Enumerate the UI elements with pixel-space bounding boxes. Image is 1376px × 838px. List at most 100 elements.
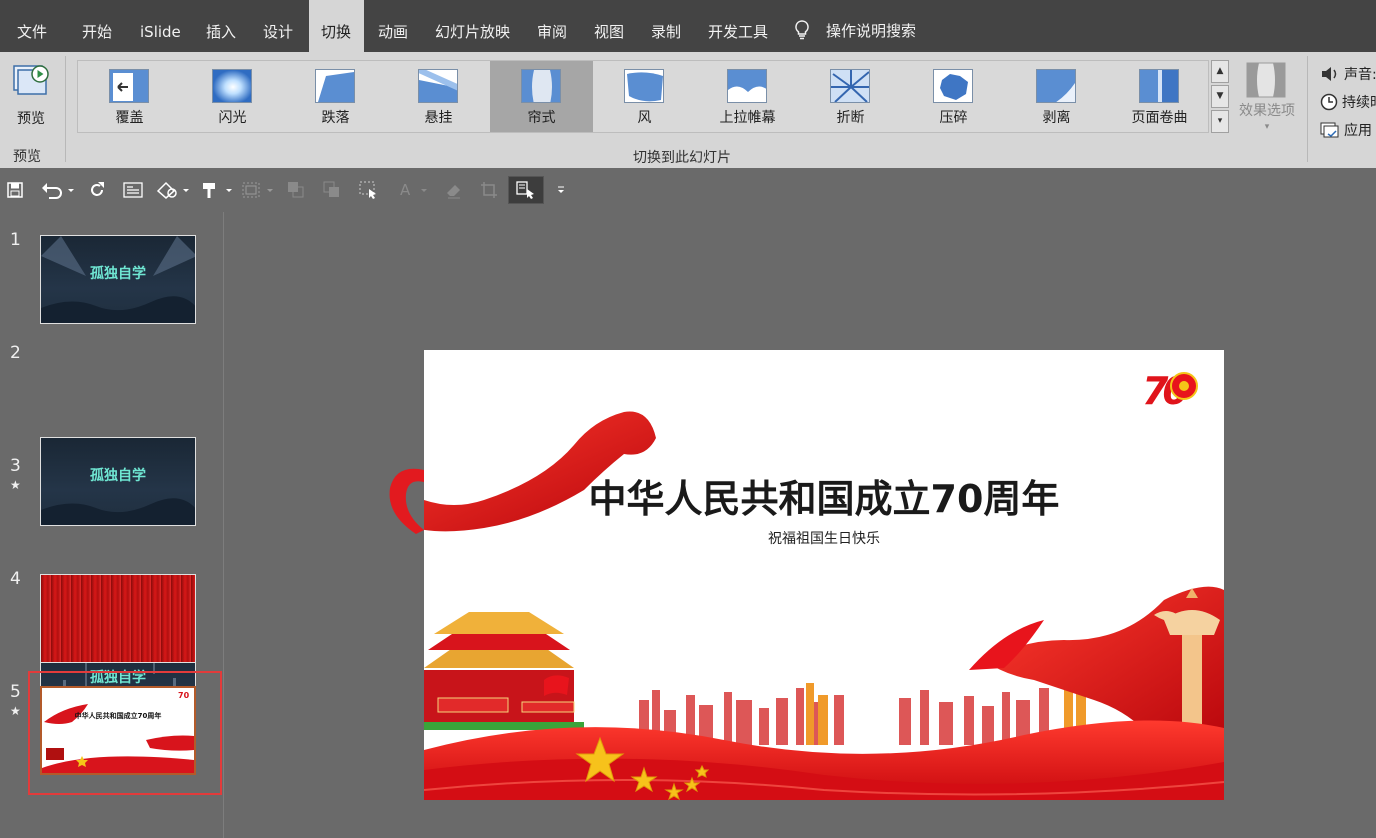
tab-home[interactable]: 开始 (70, 0, 124, 52)
effect-options-label: 效果选项 (1239, 103, 1295, 119)
speaker-icon (1322, 67, 1337, 81)
tab-record[interactable]: 录制 (639, 0, 693, 52)
tab-transitions[interactable]: 切换 (309, 0, 364, 52)
slide-thumbnail-2[interactable]: 孤独自学 (40, 437, 196, 526)
slide-thumbnail-4[interactable] (40, 574, 196, 663)
font-color-icon: A (400, 181, 427, 199)
effect-options-icon (1246, 62, 1286, 98)
selection-pane-button[interactable] (357, 176, 381, 204)
gallery-scroll-up-button[interactable]: ▲ (1211, 60, 1229, 83)
flash-icon (212, 69, 252, 103)
svg-text:70: 70 (178, 691, 190, 700)
textbox-icon (123, 182, 143, 198)
redo-button[interactable] (86, 176, 108, 204)
slide-number: 3 (10, 456, 21, 476)
transition-flash[interactable]: 闪光 (181, 61, 284, 132)
menu-bar: 文件 开始 iSlide 插入 设计 切换 动画 幻灯片放映 审阅 视图 录制 … (0, 0, 1376, 52)
duration-control[interactable]: 持续时 (1320, 88, 1376, 116)
shapes-icon (156, 181, 189, 199)
transition-crush[interactable]: 压碎 (902, 61, 1005, 132)
transition-label: 折断 (836, 110, 865, 126)
transition-page-curl[interactable]: 页面卷曲 (1108, 61, 1211, 132)
save-button[interactable] (4, 176, 26, 204)
tab-developer[interactable]: 开发工具 (696, 0, 780, 52)
transitions-group-label: 切换到此幻灯片 (633, 150, 731, 166)
curtains-icon (521, 69, 561, 103)
customize-toolbar-button[interactable] (552, 176, 570, 204)
transition-prestige[interactable]: 上拉帷幕 (696, 61, 799, 132)
crop-button[interactable] (478, 176, 500, 204)
quick-access-toolbar: A (0, 168, 1376, 212)
apply-label: 应用 (1344, 123, 1372, 139)
transition-label: 跌落 (321, 110, 350, 126)
festive-image: 70 (42, 691, 194, 773)
sound-control[interactable]: 声音: (1320, 60, 1376, 88)
transition-curtains[interactable]: 帘式 (490, 61, 593, 132)
slide-canvas[interactable]: 70 中华人民共和国成立70周年 祝福祖国生日快乐 (424, 350, 1224, 800)
slide-number: 4 (10, 569, 21, 589)
gallery-scroll-down-button[interactable]: ▼ (1211, 85, 1229, 108)
transition-peel-off[interactable]: 剥离 (1005, 61, 1108, 132)
select-objects-button[interactable] (508, 176, 544, 204)
undo-button[interactable] (38, 176, 76, 204)
preview-group: 预览 预览 (0, 52, 62, 168)
transition-drape[interactable]: 悬挂 (387, 61, 490, 132)
send-backward-button[interactable] (321, 176, 343, 204)
tab-review[interactable]: 审阅 (525, 0, 579, 52)
effect-options-button[interactable]: 效果选项 ▾ (1234, 60, 1300, 140)
transition-label: 覆盖 (115, 110, 144, 126)
clock-icon (1320, 93, 1338, 111)
slide-number: 1 (10, 230, 21, 250)
font-color-button[interactable]: A (396, 176, 432, 204)
crush-icon (933, 69, 973, 103)
send-backward-icon (323, 181, 339, 197)
chevron-down-icon (558, 186, 564, 193)
ribbon-divider (65, 56, 66, 162)
transition-cover[interactable]: 覆盖 (78, 61, 181, 132)
tab-insert[interactable]: 插入 (194, 0, 248, 52)
slide-title: 孤独自学 (90, 266, 146, 282)
eraser-button[interactable] (442, 176, 464, 204)
transition-label: 风 (637, 110, 652, 126)
format-painter-button[interactable] (198, 176, 234, 204)
shapes-button[interactable] (154, 176, 192, 204)
slide-subtitle[interactable]: 祝福祖国生日快乐 (724, 528, 924, 548)
preview-group-label: 预览 (13, 149, 41, 165)
tab-slideshow[interactable]: 幻灯片放映 (423, 0, 522, 52)
transition-label: 剥离 (1042, 110, 1071, 126)
tab-view[interactable]: 视图 (582, 0, 636, 52)
tab-islide[interactable]: iSlide (128, 0, 193, 52)
gallery-more-button[interactable]: ▾ (1211, 110, 1229, 133)
transition-wind[interactable]: 风 (593, 61, 696, 132)
svg-text:A: A (400, 181, 411, 199)
fall-over-icon (315, 69, 355, 103)
ribbon-overflow (389, 468, 424, 534)
transition-label: 压碎 (939, 110, 968, 126)
chevron-down-icon: ▾ (1264, 122, 1270, 132)
fracture-icon (830, 69, 870, 103)
animation-star-icon: ★ (10, 704, 21, 718)
apply-to-all-button[interactable]: 应用 (1320, 116, 1376, 144)
preview-label: 预览 (17, 111, 45, 127)
group-objects-button[interactable] (240, 176, 276, 204)
tab-file[interactable]: 文件 (5, 0, 59, 52)
timing-group: 声音: 持续时 应用 (1320, 60, 1376, 144)
animation-star-icon: ★ (10, 478, 21, 492)
bring-forward-button[interactable] (285, 176, 307, 204)
slide-thumbnail-5[interactable]: 70 中华人民共和国成立70周年 (40, 686, 196, 775)
textbox-button[interactable] (122, 176, 144, 204)
drape-icon (418, 69, 458, 103)
sound-label: 声音: (1344, 67, 1376, 83)
slide-title[interactable]: 中华人民共和国成立70周年 (574, 468, 1074, 523)
tab-animations[interactable]: 动画 (366, 0, 420, 52)
transition-fracture[interactable]: 折断 (799, 61, 902, 132)
transition-label: 帘式 (527, 110, 556, 126)
transition-fall-over[interactable]: 跌落 (284, 61, 387, 132)
slide-thumbnail-1[interactable]: 孤独自学 (40, 235, 196, 324)
format-painter-icon (203, 183, 232, 198)
tell-me-search[interactable]: 操作说明搜索 (792, 19, 916, 41)
preview-button[interactable]: 预览 (8, 58, 54, 128)
group-icon (242, 182, 273, 198)
tab-design[interactable]: 设计 (251, 0, 305, 52)
page-curl-icon (1139, 69, 1179, 103)
